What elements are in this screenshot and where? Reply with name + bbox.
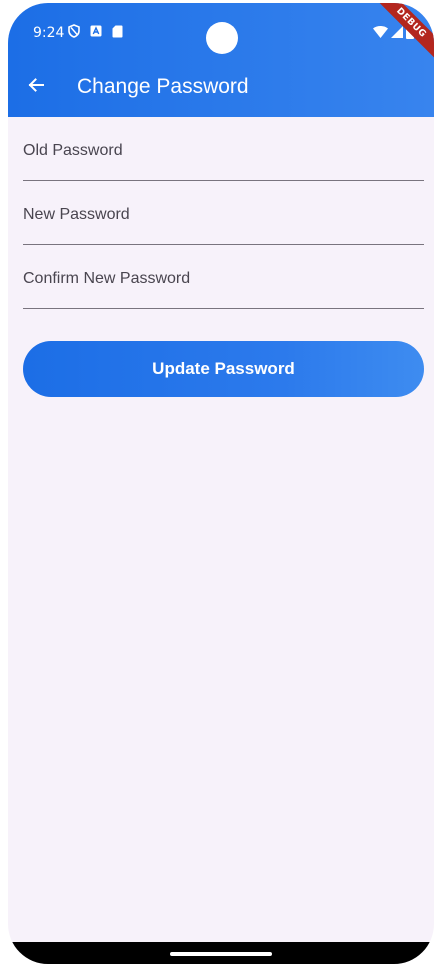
home-indicator[interactable] xyxy=(170,952,272,956)
change-password-form xyxy=(23,117,424,309)
signal-icon xyxy=(391,26,403,38)
a-box-icon xyxy=(90,25,102,37)
navigation-bar xyxy=(8,942,434,964)
camera-cutout xyxy=(206,22,238,54)
new-password-field xyxy=(23,181,424,245)
status-bar: 9:24 DEBUG xyxy=(8,3,434,63)
old-password-field xyxy=(23,117,424,181)
phone-screen: 9:24 DEBUG Change Password Update Passwo… xyxy=(8,3,434,964)
status-time: 9:24 xyxy=(33,25,65,41)
shield-icon xyxy=(68,24,80,38)
confirm-password-field xyxy=(23,245,424,309)
status-icons-left xyxy=(68,24,123,38)
update-password-button[interactable]: Update Password xyxy=(23,341,424,397)
back-button[interactable] xyxy=(22,73,50,101)
old-password-input[interactable] xyxy=(23,117,424,180)
arrow-back-icon xyxy=(26,75,46,100)
app-bar: 9:24 DEBUG Change Password xyxy=(8,3,434,117)
new-password-input[interactable] xyxy=(23,181,424,244)
sd-card-icon xyxy=(112,25,123,38)
wifi-icon xyxy=(373,26,388,38)
page-title: Change Password xyxy=(77,75,249,98)
confirm-password-input[interactable] xyxy=(23,245,424,308)
